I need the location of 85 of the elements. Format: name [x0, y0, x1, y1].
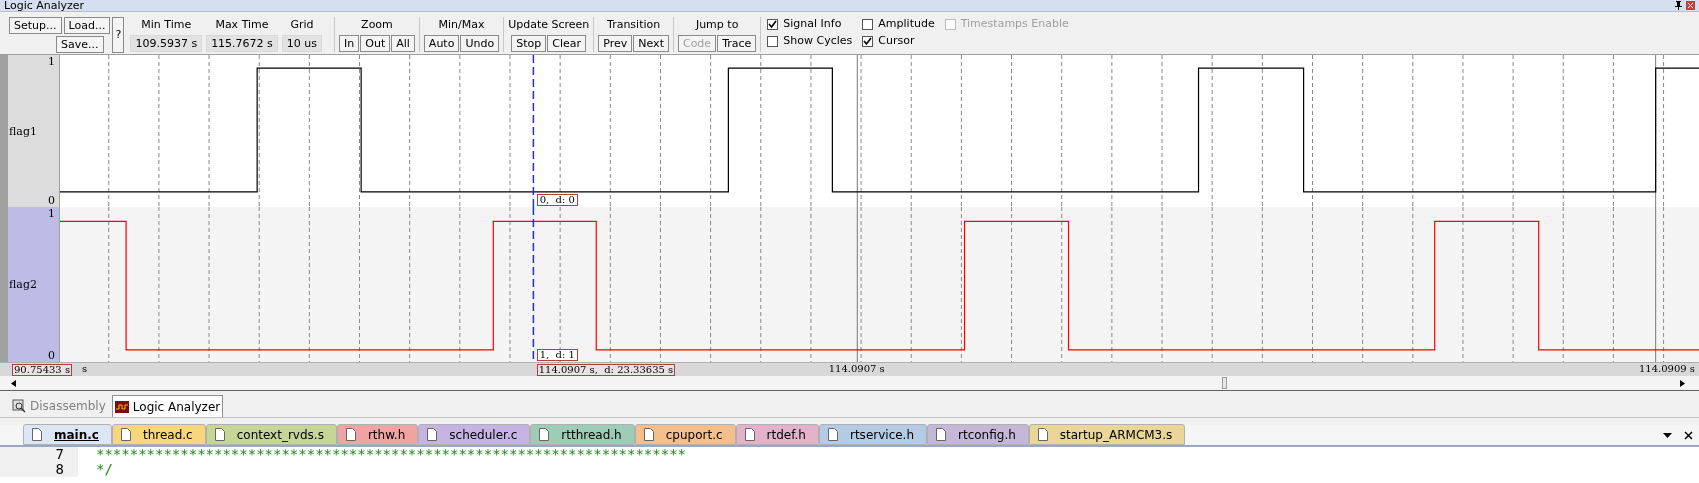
file-tab[interactable]: startup_ARMCM3.s — [1028, 424, 1186, 445]
file-tab[interactable]: cpuport.c — [634, 424, 736, 445]
file-tab[interactable]: rtdef.h — [735, 424, 819, 445]
cursor-time: 114.0907 s, d: 23.33635 s — [536, 364, 676, 376]
magnifier-icon — [12, 399, 26, 413]
toolbar-button[interactable]: Undo — [460, 35, 500, 52]
low-level-label: 0 — [48, 195, 55, 206]
toolbar-button[interactable]: Clear — [547, 35, 587, 52]
check-icon — [768, 20, 778, 29]
file-icon — [936, 428, 947, 441]
dropdown-icon[interactable] — [1663, 433, 1672, 438]
file-icon — [828, 428, 838, 441]
file-icon — [744, 428, 755, 441]
file-tab[interactable]: rtservice.h — [819, 424, 928, 445]
group-title: Transition — [607, 17, 661, 33]
file-tab[interactable]: rtconfig.h — [927, 424, 1029, 445]
file-icon — [32, 428, 42, 441]
file-icon — [539, 428, 550, 441]
file-tab[interactable]: scheduler.c — [418, 424, 531, 445]
window-title: Logic Analyzer — [4, 0, 85, 11]
checkbox[interactable]: Signal Info — [767, 17, 853, 32]
toolbar-button[interactable]: All — [391, 35, 415, 52]
help-button[interactable]: ? — [112, 17, 125, 53]
toolbar-button[interactable]: Trace — [717, 35, 757, 52]
toolbar-button[interactable]: Prev — [598, 35, 633, 52]
readout-value: 115.7672 s — [206, 35, 278, 52]
cursor-line[interactable] — [532, 55, 535, 207]
waveform-icon — [114, 400, 129, 413]
file-tab[interactable]: main.c — [23, 424, 112, 445]
signal-name: flag1 — [8, 125, 38, 137]
toolbar-button[interactable]: Save... — [56, 36, 104, 53]
group-title: Zoom — [361, 17, 393, 33]
cursor-value: 0, d: 0 — [536, 194, 578, 206]
scroll-right-icon[interactable] — [1680, 380, 1685, 387]
scrollbar-thumb[interactable] — [1222, 377, 1227, 389]
file-icon — [345, 428, 356, 441]
file-tab[interactable]: rthw.h — [336, 424, 419, 445]
high-level-label: 1 — [48, 56, 55, 67]
toolbar-button[interactable]: Setup... — [9, 17, 62, 34]
signal-name: flag2 — [8, 279, 38, 290]
toolbar-button[interactable]: Auto — [423, 35, 460, 52]
view-tab[interactable]: Logic Analyzer — [111, 395, 224, 417]
file-icon — [214, 428, 225, 441]
file-icon — [427, 428, 438, 441]
cursor-line[interactable] — [532, 207, 535, 362]
line-number: 8 — [0, 462, 78, 477]
readout-label: Grid — [290, 17, 314, 33]
toolbar-button[interactable]: Out — [360, 35, 391, 52]
file-icon — [1037, 428, 1048, 441]
time-unit: s — [82, 364, 88, 374]
file-icon — [120, 428, 131, 441]
group-title: Update Screen — [508, 17, 590, 33]
pin-icon[interactable] — [1675, 1, 1682, 10]
horizontal-scrollbar[interactable] — [0, 376, 1699, 391]
file-icon — [643, 428, 654, 441]
file-tab[interactable]: context_rvds.s — [205, 424, 337, 445]
readout-value: 10 us — [281, 35, 323, 52]
high-level-label: 1 — [48, 208, 55, 219]
readout-value: 109.5937 s — [130, 35, 203, 52]
toolbar-button[interactable]: In — [339, 35, 360, 52]
signal-label-cell[interactable]: 1 flag2 0 — [0, 207, 60, 362]
line-number: 7 — [0, 447, 78, 462]
group-title: Jump to — [695, 17, 739, 33]
group-title: Min/Max — [438, 17, 485, 33]
time-tick-label: 114.0909 s — [1638, 364, 1695, 374]
time-tick-label: 114.0907 s — [828, 364, 885, 374]
scroll-left-icon[interactable] — [11, 380, 16, 387]
start-time: 90.75433 s — [12, 364, 73, 376]
check-icon — [863, 37, 873, 46]
file-tab[interactable]: rtthread.h — [530, 424, 635, 445]
readout-label: Max Time — [215, 17, 269, 33]
low-level-label: 0 — [48, 350, 55, 361]
code-comment: */ — [95, 462, 113, 477]
checkbox[interactable]: Cursor — [862, 34, 935, 49]
close-icon[interactable] — [1684, 431, 1693, 440]
view-tab[interactable]: Disassembly — [10, 395, 108, 417]
checkbox[interactable]: Show Cycles — [767, 34, 853, 49]
toolbar-button[interactable]: Stop — [511, 35, 547, 52]
readout-label: Min Time — [141, 17, 192, 33]
file-tab[interactable]: thread.c — [111, 424, 206, 445]
checkbox[interactable]: Amplitude — [862, 17, 935, 32]
toolbar-button[interactable]: Next — [633, 35, 669, 52]
code-comment: ********************************************************************** — [95, 447, 686, 462]
cursor-value: 1, d: 1 — [536, 349, 578, 361]
toolbar-button[interactable]: Load... — [63, 17, 111, 34]
